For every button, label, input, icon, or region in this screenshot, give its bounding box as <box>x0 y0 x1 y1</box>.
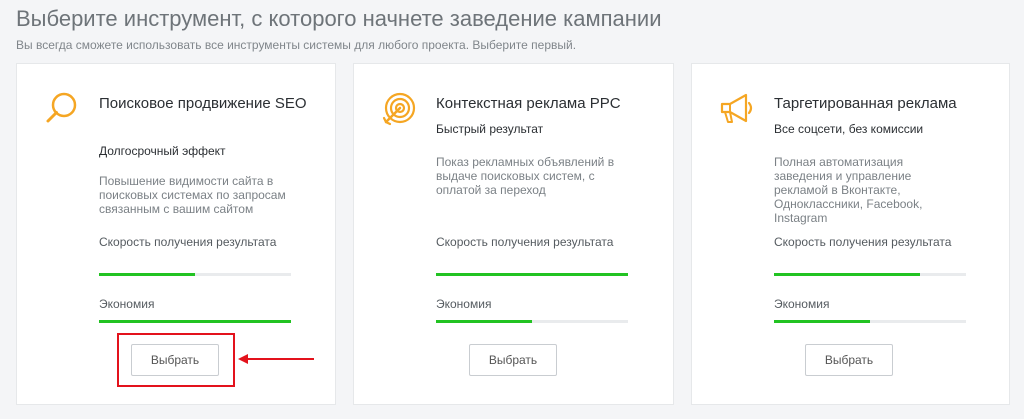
economy-progress <box>774 320 966 323</box>
search-icon <box>46 92 77 123</box>
target-icon <box>382 92 416 126</box>
economy-label: Экономия <box>99 297 155 311</box>
tool-card-ppc: Контекстная реклама PPC Быстрый результа… <box>353 63 674 405</box>
economy-label: Экономия <box>774 297 830 311</box>
speed-label: Скорость получения результата <box>99 235 277 249</box>
speed-progress <box>774 273 966 276</box>
megaphone-icon <box>720 93 753 123</box>
card-tagline: Все соцсети, без комиссии <box>774 122 924 136</box>
card-description: Показ рекламных объявлений в выдаче поис… <box>436 155 615 197</box>
card-title: Поисковое продвижение SEO <box>99 95 307 112</box>
card-description: Полная автоматизация заведения и управле… <box>774 155 923 225</box>
tool-card-targeted: Таргетированная реклама Все соцсети, без… <box>691 63 1010 405</box>
page-subtitle: Вы всегда сможете использовать все инстр… <box>16 38 577 52</box>
speed-progress <box>436 273 628 276</box>
speed-progress-fill <box>99 273 195 276</box>
choose-targeted-button[interactable]: Выбрать <box>805 344 893 376</box>
economy-progress <box>436 320 628 323</box>
speed-progress-fill <box>774 273 920 276</box>
card-title: Таргетированная реклама <box>774 95 957 112</box>
speed-progress <box>99 273 291 276</box>
card-tagline: Долгосрочный эффект <box>99 144 226 158</box>
economy-label: Экономия <box>436 297 492 311</box>
speed-label: Скорость получения результата <box>774 235 952 249</box>
card-description: Повышение видимости сайта в поисковых си… <box>99 174 286 216</box>
speed-label: Скорость получения результата <box>436 235 614 249</box>
arrow-left-icon <box>238 354 314 364</box>
highlight-box <box>117 333 235 387</box>
card-tagline: Быстрый результат <box>436 122 544 136</box>
card-title: Контекстная реклама PPC <box>436 95 621 112</box>
page-title: Выберите инструмент, с которого начнете … <box>16 6 662 31</box>
economy-progress-fill <box>99 320 291 323</box>
economy-progress-fill <box>774 320 870 323</box>
economy-progress-fill <box>436 320 532 323</box>
speed-progress-fill <box>436 273 628 276</box>
choose-ppc-button[interactable]: Выбрать <box>469 344 557 376</box>
economy-progress <box>99 320 291 323</box>
